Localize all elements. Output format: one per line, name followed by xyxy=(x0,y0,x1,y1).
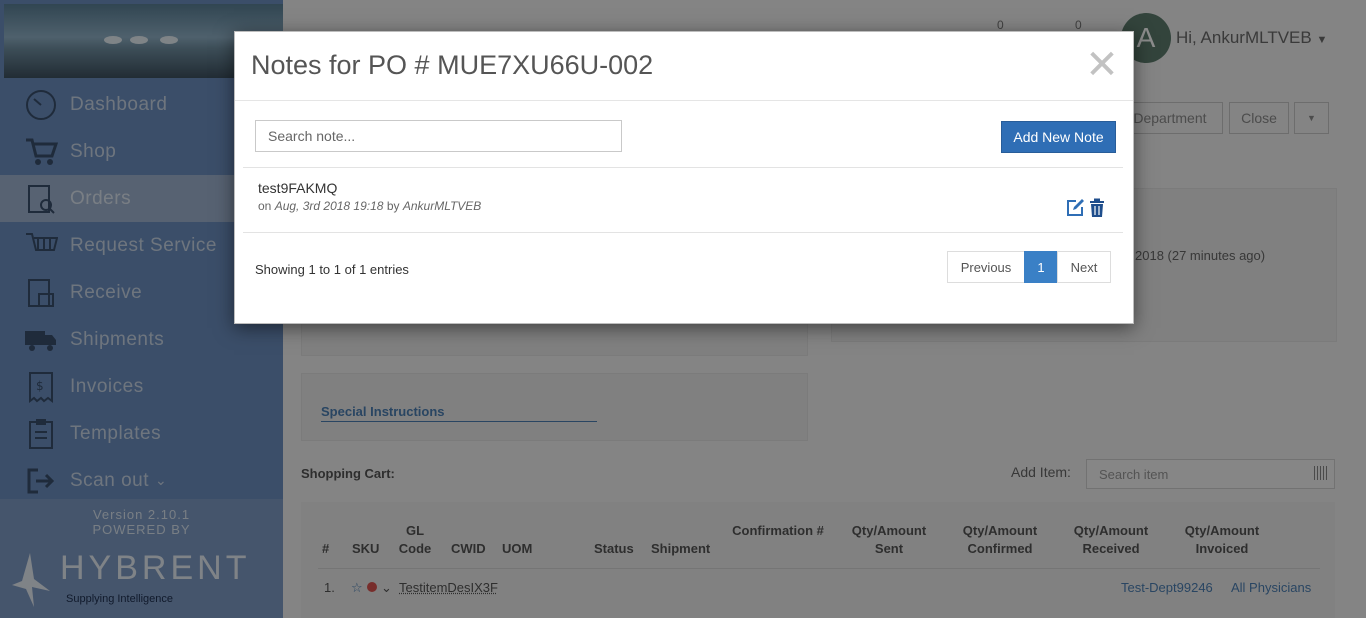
pagination: Previous 1 Next xyxy=(947,251,1111,283)
note-author: AnkurMLTVEB xyxy=(402,199,482,213)
note-date: Aug, 3rd 2018 19:18 xyxy=(274,199,384,213)
note-meta-by: by xyxy=(386,199,400,213)
entries-info: Showing 1 to 1 of 1 entries xyxy=(255,262,409,277)
close-icon[interactable]: ✕ xyxy=(1085,45,1119,85)
modal-title: Notes for PO # MUE7XU66U-002 xyxy=(251,50,654,80)
modal-header: Notes for PO # MUE7XU66U-002 ✕ xyxy=(235,32,1133,101)
notes-modal: Notes for PO # MUE7XU66U-002 ✕ Add New N… xyxy=(234,31,1134,324)
note-meta-prefix: on xyxy=(258,199,272,213)
previous-page-button[interactable]: Previous xyxy=(947,251,1025,283)
divider xyxy=(243,232,1123,233)
page-1-button[interactable]: 1 xyxy=(1024,251,1058,283)
divider xyxy=(243,167,1123,168)
add-new-note-button[interactable]: Add New Note xyxy=(1001,121,1116,153)
search-note-input[interactable] xyxy=(255,120,622,152)
edit-note-icon[interactable] xyxy=(1065,198,1085,218)
delete-note-icon[interactable] xyxy=(1089,198,1105,218)
note-title: test9FAKMQ xyxy=(258,180,338,196)
note-meta: on Aug, 3rd 2018 19:18 by AnkurMLTVEB xyxy=(258,199,481,213)
next-page-button[interactable]: Next xyxy=(1057,251,1111,283)
